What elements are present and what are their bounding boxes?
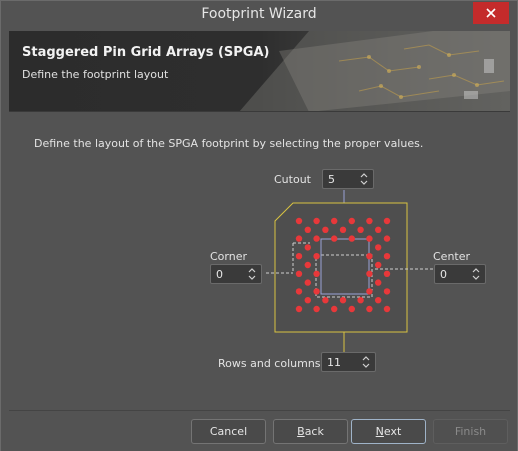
banner-subtitle: Define the footprint layout — [22, 68, 169, 81]
spin-arrows-icon[interactable] — [247, 266, 257, 282]
pad — [322, 297, 329, 304]
pad — [304, 226, 311, 233]
spin-arrows-icon[interactable] — [359, 171, 369, 187]
corner-label: Corner — [210, 250, 248, 263]
pad — [366, 217, 373, 225]
cutout-label: Cutout — [274, 173, 311, 186]
pad — [375, 261, 382, 269]
finish-button: Finish — [433, 419, 508, 444]
pad — [339, 297, 347, 304]
back-hotkey: B — [297, 425, 305, 438]
content-area: Define the layout of the SPGA footprint … — [9, 113, 510, 411]
pad — [304, 261, 311, 269]
next-label: Next — [376, 425, 402, 438]
header-banner: Staggered Pin Grid Arrays (SPGA) Define … — [9, 31, 510, 112]
center-label: Center — [433, 250, 471, 263]
pad — [313, 217, 320, 225]
pad — [313, 270, 320, 277]
title-bar: Footprint Wizard — [1, 1, 517, 31]
corner-spinbox[interactable]: 0 — [210, 264, 262, 284]
rows-columns-spinbox[interactable]: 11 — [321, 352, 376, 372]
pad — [383, 270, 391, 277]
finish-label: Finish — [454, 425, 487, 438]
pad — [366, 235, 373, 242]
cancel-label: Cancel — [209, 425, 248, 438]
corner-value: 0 — [216, 268, 223, 281]
pad — [331, 217, 338, 225]
pad — [383, 288, 391, 295]
next-button[interactable]: Next — [351, 419, 426, 444]
banner-title: Staggered Pin Grid Arrays (SPGA) — [22, 45, 270, 60]
pad — [339, 226, 347, 233]
next-label-rest: ext — [383, 425, 402, 438]
pad — [295, 305, 303, 313]
pad — [366, 253, 373, 260]
pad — [348, 235, 355, 242]
pad — [375, 226, 382, 233]
window-title: Footprint Wizard — [201, 6, 317, 22]
back-button[interactable]: Back — [273, 419, 348, 444]
button-bar: Cancel Back Next Finish — [1, 411, 517, 451]
cutout-value: 5 — [328, 173, 335, 186]
pad — [295, 270, 303, 277]
cancel-button[interactable]: Cancel — [191, 419, 266, 444]
pad — [304, 297, 311, 304]
pad — [295, 288, 303, 295]
back-label: Back — [297, 425, 324, 438]
pad — [366, 305, 373, 313]
footprint-wizard-window: Footprint Wizard Staggered Pin Grid Arra… — [0, 0, 518, 451]
pad — [357, 226, 364, 233]
pad — [331, 235, 338, 242]
pad — [375, 279, 382, 286]
pad — [313, 235, 320, 242]
spin-arrows-icon[interactable] — [361, 354, 371, 370]
pad — [366, 288, 373, 295]
pad — [313, 288, 320, 295]
pad — [313, 305, 320, 313]
pad — [304, 279, 311, 286]
pad — [383, 305, 391, 313]
rows-columns-label: Rows and columns — [218, 357, 321, 370]
close-icon — [486, 8, 496, 18]
back-label-rest: ack — [304, 425, 324, 438]
next-hotkey: N — [375, 425, 384, 438]
pad — [313, 253, 320, 260]
rows-columns-value: 11 — [327, 356, 341, 369]
pad — [348, 217, 355, 225]
pad — [357, 297, 364, 304]
pad — [383, 253, 391, 260]
pad — [295, 253, 303, 260]
pad — [348, 305, 355, 313]
center-value: 0 — [440, 268, 447, 281]
pad — [383, 217, 391, 225]
pad — [322, 226, 329, 233]
cutout-spinbox[interactable]: 5 — [322, 169, 374, 189]
pad — [331, 305, 338, 313]
spin-arrows-icon[interactable] — [471, 266, 481, 282]
close-button[interactable] — [473, 2, 509, 24]
pad — [295, 217, 303, 225]
pad — [375, 244, 382, 251]
pad — [383, 235, 391, 242]
pad — [366, 270, 373, 277]
center-spinbox[interactable]: 0 — [434, 264, 486, 284]
pad — [295, 235, 303, 242]
pad — [304, 244, 311, 251]
pad — [375, 297, 382, 304]
